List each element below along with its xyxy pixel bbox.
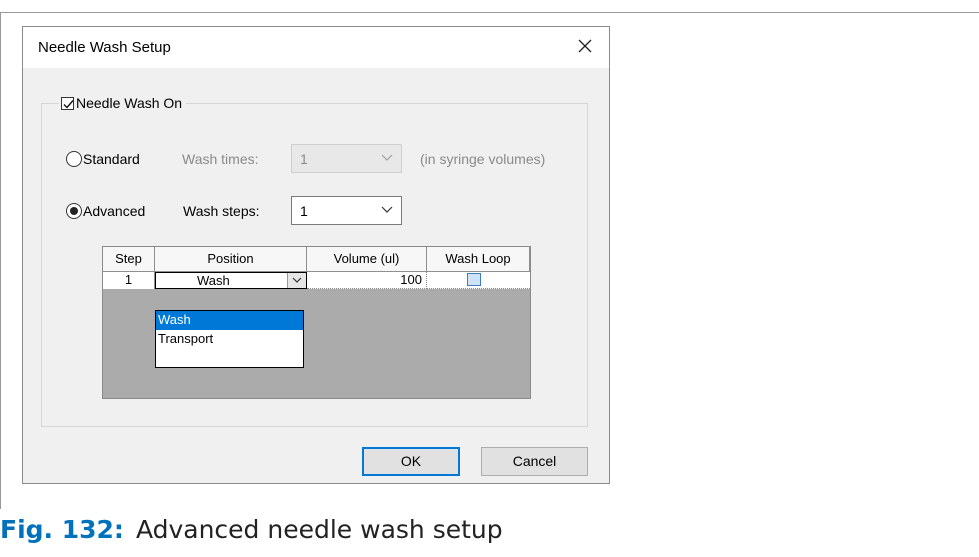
figure-caption: Fig. 132: Advanced needle wash setup [0, 507, 503, 551]
chevron-down-icon [292, 277, 302, 283]
page-frame-left [0, 12, 1, 509]
standard-radio[interactable] [66, 151, 82, 167]
checkbox-box[interactable] [61, 96, 74, 110]
option-transport[interactable]: Transport [156, 330, 303, 349]
wash-times-label: Wash times: [182, 151, 259, 167]
wash-steps-value: 1 [300, 203, 308, 219]
wash-steps-label: Wash steps: [183, 203, 260, 219]
column-header-wash-loop: Wash Loop [427, 247, 530, 272]
needle-wash-dialog: Needle Wash Setup Needle Wash On Standar… [22, 26, 610, 484]
chevron-down-icon [381, 154, 393, 161]
column-header-step: Step [103, 247, 155, 272]
figure-number: Fig. 132: [0, 514, 124, 544]
standard-label: Standard [83, 151, 140, 167]
title-bar: Needle Wash Setup [23, 27, 609, 68]
page-frame-top [0, 12, 979, 13]
chevron-down-icon [381, 206, 393, 213]
syringe-volumes-note: (in syringe volumes) [420, 151, 546, 167]
radio-selected-dot [70, 207, 78, 215]
position-cell[interactable]: Wash [155, 272, 307, 289]
advanced-radio[interactable] [66, 203, 82, 219]
wash-loop-cell[interactable] [427, 272, 530, 289]
position-dropdown-button[interactable] [287, 273, 306, 288]
wash-steps-select[interactable]: 1 [291, 196, 402, 225]
position-value: Wash [197, 273, 230, 288]
column-header-position: Position [155, 247, 307, 272]
ok-button[interactable]: OK [362, 447, 460, 476]
cancel-button[interactable]: Cancel [481, 447, 588, 476]
wash-times-value: 1 [300, 151, 308, 167]
needle-wash-checkbox[interactable]: Needle Wash On [59, 94, 187, 112]
dialog-title: Needle Wash Setup [38, 39, 171, 56]
wash-loop-checkbox[interactable] [467, 273, 481, 286]
close-icon[interactable] [575, 36, 595, 56]
volume-cell[interactable]: 100 [307, 272, 427, 289]
figure-text: Advanced needle wash setup [135, 514, 503, 544]
advanced-label: Advanced [83, 203, 146, 219]
needle-wash-label: Needle Wash On [76, 95, 183, 111]
position-dropdown-list: Wash Transport [155, 310, 304, 368]
step-cell: 1 [103, 272, 155, 289]
column-header-volume: Volume (ul) [307, 247, 427, 272]
option-wash[interactable]: Wash [156, 311, 303, 330]
wash-times-select[interactable]: 1 [291, 144, 402, 173]
